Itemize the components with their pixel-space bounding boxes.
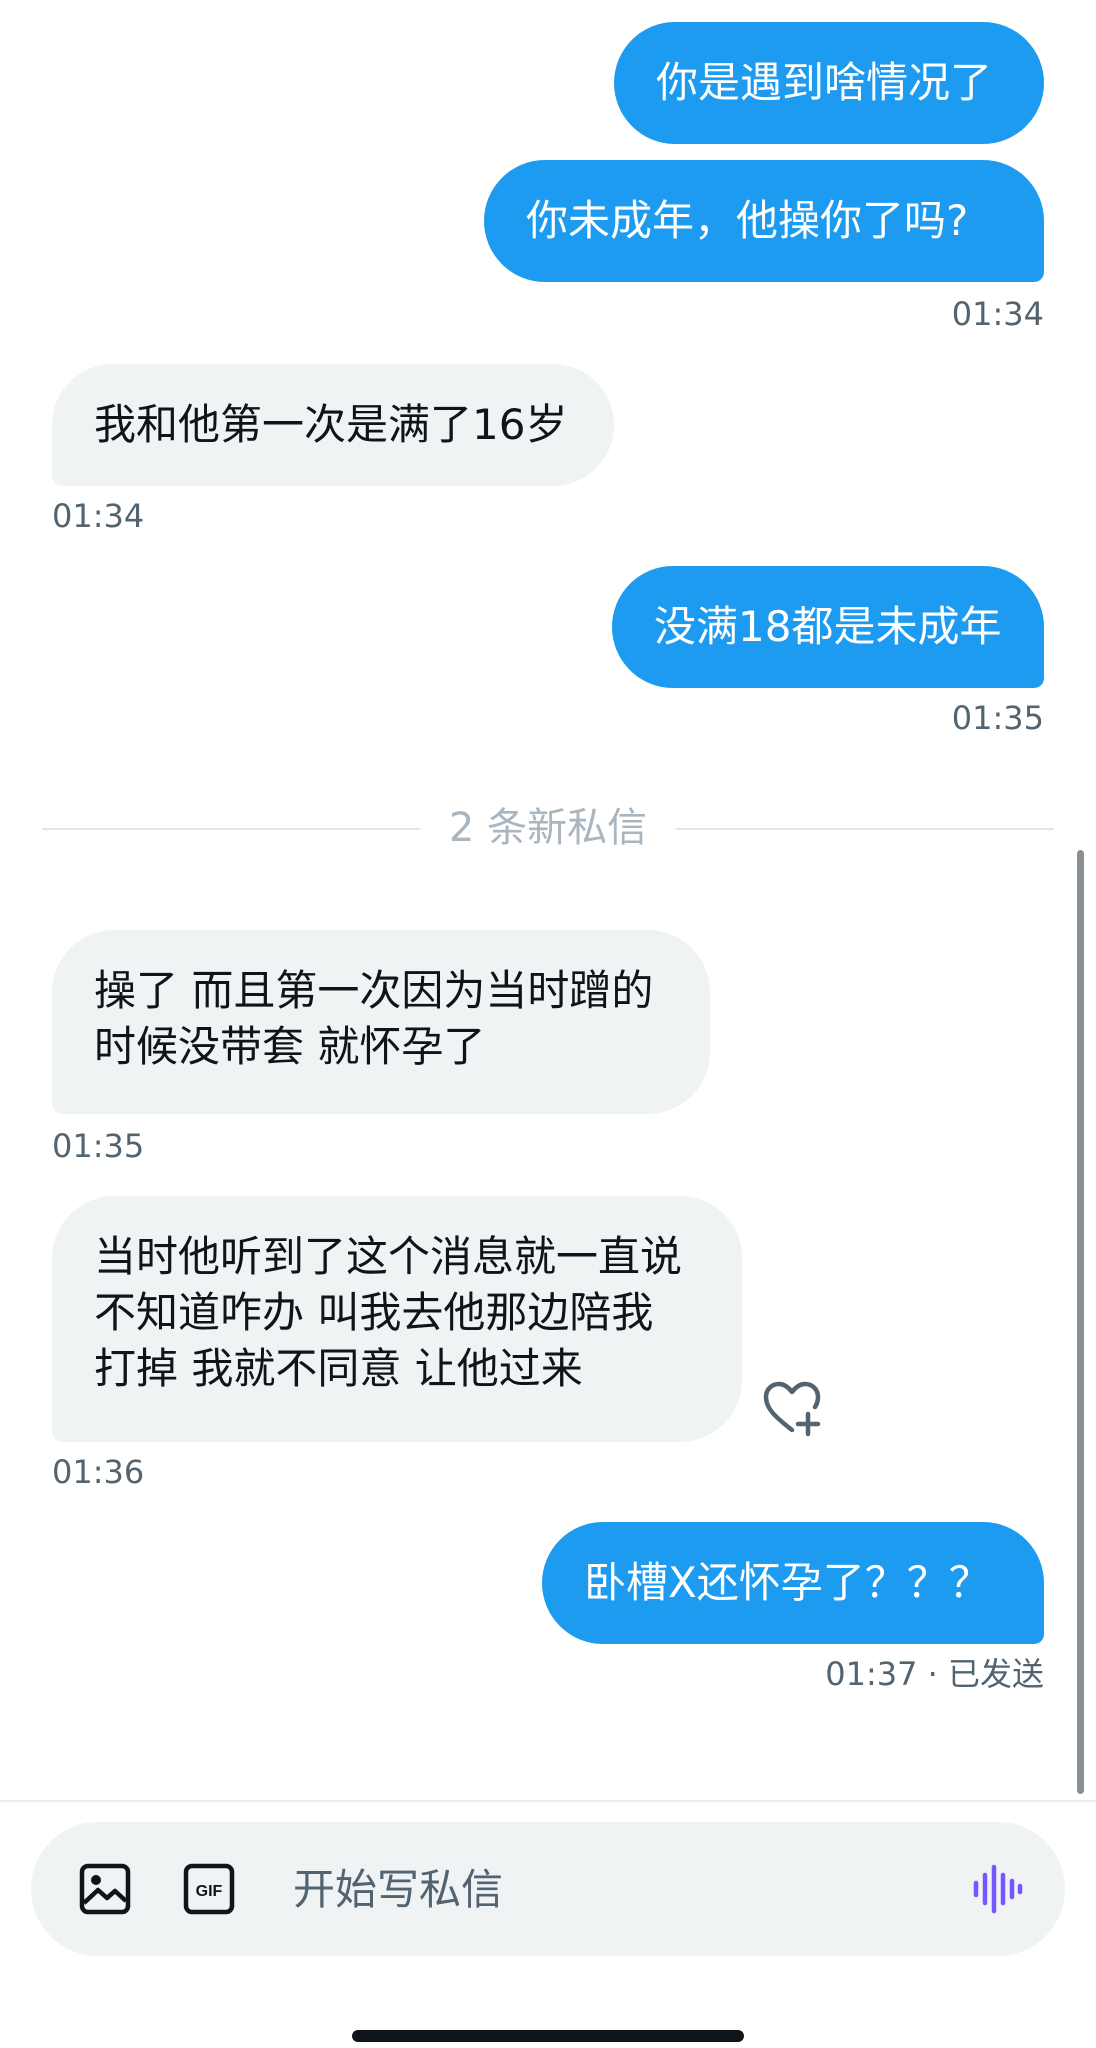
message-outgoing[interactable]: 卧槽X还怀孕了？？？ (542, 1522, 1044, 1644)
composer-divider (0, 1800, 1096, 1802)
scrollbar[interactable] (1077, 850, 1084, 1794)
message-input[interactable] (293, 1852, 933, 1926)
message-outgoing[interactable]: 你是遇到啥情况了 (614, 22, 1044, 144)
divider-line-right (676, 828, 1054, 830)
gif-icon[interactable]: GIF (181, 1861, 237, 1917)
new-messages-divider: 2 条新私信 (448, 805, 648, 851)
image-icon[interactable] (77, 1861, 133, 1917)
home-indicator[interactable] (352, 2030, 744, 2042)
message-timestamp: 01:36 (52, 1453, 145, 1491)
gif-icon-label: GIF (196, 1883, 223, 1900)
message-timestamp: 01:34 (951, 295, 1044, 333)
heart-plus-icon[interactable] (762, 1380, 822, 1438)
voice-message-icon[interactable] (969, 1861, 1025, 1917)
message-status: 01:37 · 已发送 (825, 1655, 1044, 1693)
divider-line-left (42, 828, 420, 830)
message-incoming[interactable]: 我和他第一次是满了16岁 (52, 364, 614, 486)
message-timestamp: 01:34 (52, 497, 145, 535)
message-incoming[interactable]: 当时他听到了这个消息就一直说 不知道咋办 叫我去他那边陪我 打掉 我就不同意 让… (52, 1196, 742, 1442)
message-timestamp: 01:35 (951, 699, 1044, 737)
message-composer: GIF (31, 1822, 1065, 1956)
message-outgoing[interactable]: 你未成年，他操你了吗? (484, 160, 1044, 282)
message-incoming[interactable]: 操了 而且第一次因为当时蹭的 时候没带套 就怀孕了 (52, 930, 710, 1114)
message-outgoing[interactable]: 没满18都是未成年 (612, 566, 1044, 688)
message-timestamp: 01:35 (52, 1127, 145, 1165)
